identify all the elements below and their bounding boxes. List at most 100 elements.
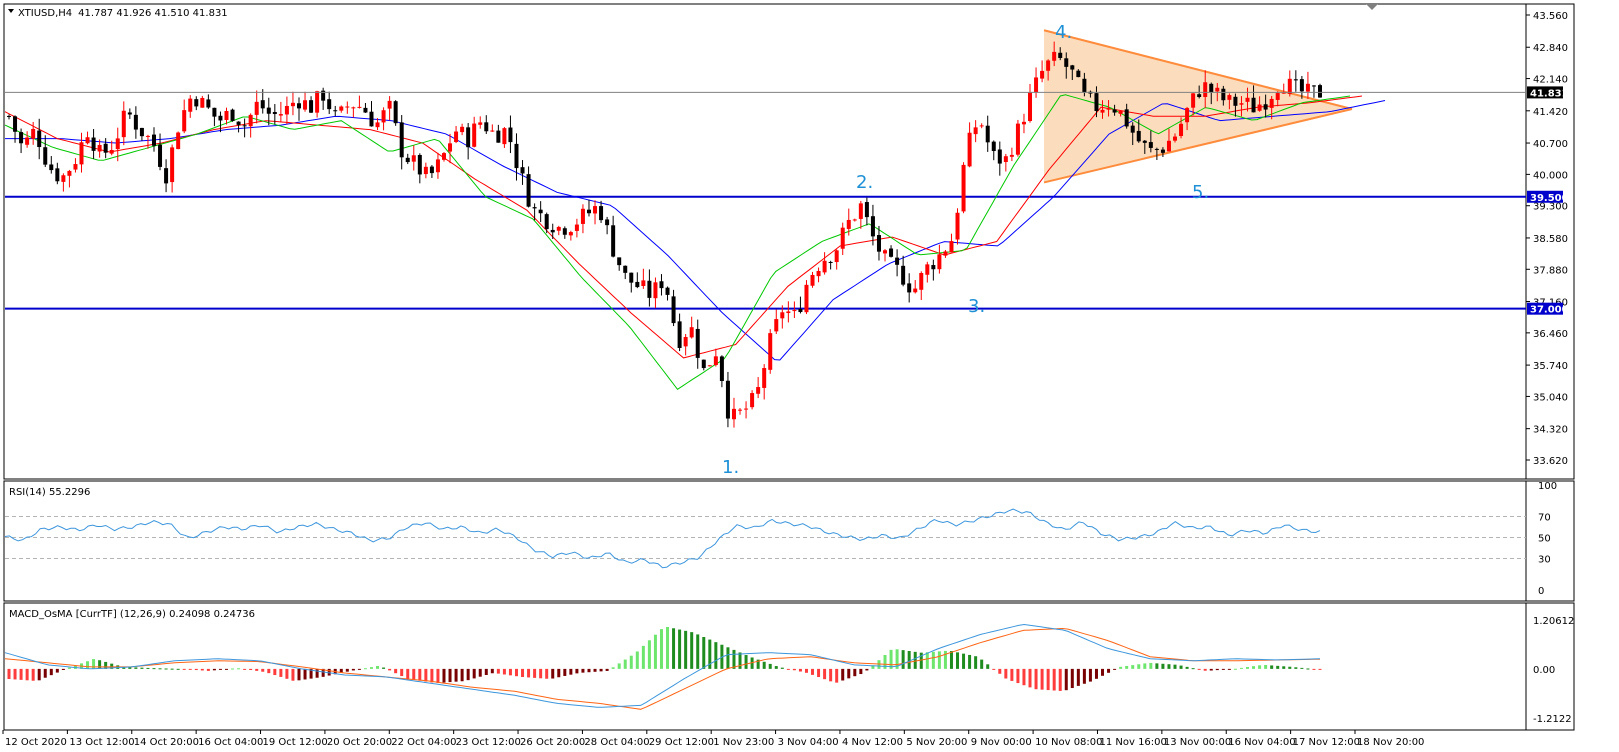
candle-bear xyxy=(151,134,156,146)
macd-pane[interactable]: 1.20612 0.00 -1.2122 MACD_OsMA [CurrTF] (1… xyxy=(3,602,1575,731)
candle-bear xyxy=(333,110,338,112)
osma-bar xyxy=(937,651,941,669)
osma-bar xyxy=(1125,665,1129,669)
candle-bull xyxy=(1021,121,1026,125)
candle-bull xyxy=(574,224,579,231)
candle-bull xyxy=(61,175,66,182)
candle-bull xyxy=(188,98,193,112)
osma-bar xyxy=(623,659,627,669)
candle-bear xyxy=(665,287,670,295)
osma-bar xyxy=(1203,668,1207,671)
candle-bear xyxy=(1070,65,1075,70)
osma-bar xyxy=(1082,668,1086,684)
candle-bull xyxy=(1185,108,1190,123)
osma-bar xyxy=(502,668,506,675)
candle-bear xyxy=(876,235,881,252)
time-tick-label: 10 Nov 08:00 xyxy=(1035,737,1102,748)
candle-bear xyxy=(49,164,54,171)
candle-bull xyxy=(792,310,797,312)
candle-bull xyxy=(345,106,350,108)
candle-bull xyxy=(502,128,507,145)
candle-bear xyxy=(496,130,501,143)
candle-bull xyxy=(1239,103,1244,105)
price-tick-label: 33.620 xyxy=(1533,456,1568,467)
price-tick-label: 35.740 xyxy=(1533,361,1568,372)
candle-bear xyxy=(369,111,374,127)
osma-bar xyxy=(61,668,65,670)
osma-bar xyxy=(732,649,736,669)
candle-bear xyxy=(550,229,555,233)
osma-bar xyxy=(1270,665,1274,669)
candle-bear xyxy=(484,122,489,132)
osma-bar xyxy=(231,668,235,670)
candle-bear xyxy=(164,168,169,184)
osma-bar xyxy=(1185,666,1189,669)
candle-bear xyxy=(43,147,48,165)
candle-bull xyxy=(454,131,459,143)
candle-bear xyxy=(629,272,634,283)
price-tick-label: 40.700 xyxy=(1533,139,1568,150)
osma-bar xyxy=(67,667,71,669)
candle-bull xyxy=(1257,104,1262,111)
osma-bar xyxy=(1252,666,1256,669)
candle-bear xyxy=(236,121,241,125)
time-tick-label: 11 Nov 16:00 xyxy=(1099,737,1166,748)
candle-bear xyxy=(532,207,537,209)
osma-bar xyxy=(1058,668,1062,691)
candle-bear xyxy=(158,144,163,167)
candle-bull xyxy=(1100,109,1105,113)
osma-bar xyxy=(811,668,815,675)
candle-bull xyxy=(115,138,120,150)
osma-bar xyxy=(363,668,367,670)
candle-bull xyxy=(315,91,320,113)
osma-bar xyxy=(913,651,917,669)
osma-bar xyxy=(1113,668,1117,670)
osma-bar xyxy=(1282,666,1286,669)
candle-bull xyxy=(472,123,477,147)
candle-bull xyxy=(593,206,598,214)
candle-bull xyxy=(200,97,205,108)
candle-bear xyxy=(194,99,199,107)
osma-bar xyxy=(599,668,603,672)
candle-bull xyxy=(913,288,918,293)
candle-bear xyxy=(635,281,640,288)
osma-bar xyxy=(1004,668,1008,679)
candle-bear xyxy=(1112,109,1117,113)
time-tick-label: 26 Oct 20:00 xyxy=(520,737,585,748)
osma-bar xyxy=(653,634,657,669)
trading-chart[interactable]: 43.56042.84042.14041.42040.70040.00039.3… xyxy=(0,0,1619,752)
osma-bar xyxy=(1137,664,1141,669)
osma-bar xyxy=(134,667,138,669)
osma-bar xyxy=(382,667,386,669)
osma-bar xyxy=(158,668,162,670)
candle-bull xyxy=(490,130,495,132)
price-pane[interactable]: 43.56042.84042.14041.42040.70040.00039.3… xyxy=(3,3,1575,480)
candle-bull xyxy=(713,356,718,366)
osma-bar xyxy=(255,668,259,671)
osma-bar xyxy=(315,668,319,678)
rsi-pane[interactable]: 100 70 50 30 0 RSI(14) 55.2296 xyxy=(3,480,1575,602)
osma-bar xyxy=(545,668,549,679)
symbol-text: XTIUSD,H4 xyxy=(18,8,72,19)
candle-bear xyxy=(889,248,894,257)
osma-bar xyxy=(925,652,929,669)
rsi-tick-label: 30 xyxy=(1538,555,1551,566)
osma-bar xyxy=(430,668,434,683)
candle-bull xyxy=(580,208,585,224)
osma-bar xyxy=(49,668,53,676)
osma-bar xyxy=(31,668,35,681)
rsi-tick-label: 50 xyxy=(1538,534,1551,545)
candle-bear xyxy=(617,257,622,266)
candle-bear xyxy=(1148,142,1153,148)
osma-bar xyxy=(454,668,458,682)
osma-bar xyxy=(1276,665,1280,669)
current-price-label: 41.831 xyxy=(1530,88,1569,99)
candle-bull xyxy=(568,232,573,236)
candle-bear xyxy=(139,127,144,137)
osma-bar xyxy=(1197,668,1201,670)
candle-bull xyxy=(1046,60,1051,71)
candle-bear xyxy=(1076,70,1081,78)
candle-bear xyxy=(719,356,724,382)
candle-bear xyxy=(399,122,404,158)
osma-bar xyxy=(267,668,271,674)
